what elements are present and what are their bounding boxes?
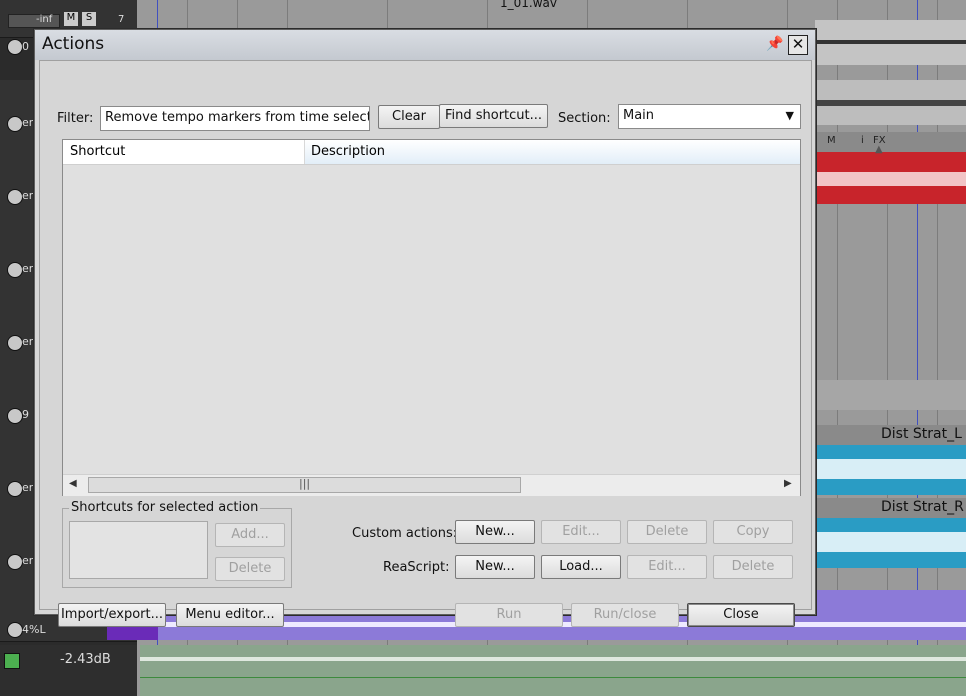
horizontal-scrollbar[interactable]: ◀ ||| ▶ — [63, 474, 800, 496]
pan-knob[interactable] — [7, 408, 23, 424]
column-header-description[interactable]: Description ▲ — [305, 140, 883, 164]
actions-dialog: Actions 📌 ✕ Filter: Remove tempo markers… — [34, 29, 883, 627]
track-number: 7 — [118, 14, 125, 25]
pan-knob[interactable] — [7, 39, 23, 55]
media-item-red[interactable] — [815, 152, 966, 204]
pan-label: 4%L — [22, 623, 46, 636]
custom-actions-label: Custom actions: — [352, 526, 458, 541]
media-item-grey[interactable] — [815, 380, 966, 410]
dialog-titlebar[interactable]: Actions 📌 ✕ — [35, 30, 815, 60]
chevron-down-icon: ▼ — [785, 109, 794, 122]
shortcuts-group: Shortcuts for selected action Add... Del… — [62, 500, 292, 588]
custom-new-button[interactable]: New... — [455, 520, 535, 544]
master-track: -2.43dB — [0, 645, 137, 696]
pan-knob[interactable] — [7, 189, 23, 205]
shortcut-list[interactable] — [69, 521, 208, 579]
find-shortcut-button[interactable]: Find shortcut... — [439, 104, 548, 128]
mute-button[interactable]: M — [64, 12, 78, 26]
pan-knob[interactable] — [7, 262, 23, 278]
track-header: Dist Strat_L — [815, 425, 966, 445]
list-header: Shortcut Description ▲ — [63, 140, 883, 165]
reascript-load-button[interactable]: Load... — [541, 555, 621, 579]
knob-label: 0 — [22, 40, 29, 53]
section-dropdown[interactable]: Main ▼ — [618, 104, 801, 129]
filter-label: Filter: — [57, 111, 94, 126]
clear-button[interactable]: Clear — [378, 105, 440, 129]
mute-button[interactable]: M — [827, 135, 836, 146]
master-volume: -2.43dB — [60, 652, 111, 667]
custom-edit-button[interactable]: Edit... — [541, 520, 621, 544]
knob-label: 9 — [22, 408, 29, 421]
column-header-label: Description — [311, 144, 386, 159]
info-button[interactable]: i — [861, 135, 864, 146]
pin-icon[interactable]: 📌 — [766, 36, 783, 52]
import-export-button[interactable]: Import/export... — [58, 603, 166, 627]
pan-knob[interactable] — [7, 554, 23, 570]
pan-knob[interactable] — [7, 481, 23, 497]
track-name: Dist Strat_L — [881, 426, 962, 442]
menu-editor-button[interactable]: Menu editor... — [176, 603, 284, 627]
run-button[interactable]: Run — [455, 603, 563, 627]
media-item-header: 1_01.wav — [400, 0, 700, 10]
custom-delete-button[interactable]: Delete — [627, 520, 707, 544]
track-header: M i FX — [815, 132, 966, 152]
scroll-left-icon[interactable]: ◀ — [69, 478, 77, 489]
solo-button[interactable]: S — [82, 12, 96, 26]
reascript-new-button[interactable]: New... — [455, 555, 535, 579]
run-close-button[interactable]: Run/close — [571, 603, 679, 627]
track-header: Dist Strat_R — [815, 498, 966, 518]
section-value: Main — [623, 108, 655, 123]
track-name: Dist Strat_R — [881, 499, 964, 515]
custom-copy-button[interactable]: Copy — [713, 520, 793, 544]
reascript-label: ReaScript: — [383, 560, 450, 575]
filter-input[interactable]: Remove tempo markers from time selection… — [100, 106, 370, 131]
close-icon[interactable]: ✕ — [788, 35, 808, 55]
media-item-teal[interactable] — [815, 445, 966, 495]
media-item-waveform[interactable] — [815, 80, 966, 125]
track-volume: -inf — [36, 14, 53, 25]
column-header-shortcut[interactable]: Shortcut — [63, 140, 305, 164]
add-shortcut-button[interactable]: Add... — [215, 523, 285, 547]
dialog-title: Actions — [42, 34, 105, 54]
actions-list[interactable]: Shortcut Description ▲ ◀ ||| ▶ — [62, 139, 883, 496]
section-label: Section: — [558, 111, 611, 126]
sort-asc-icon: ▲ — [875, 144, 883, 155]
pan-knob[interactable] — [7, 335, 23, 351]
media-item-teal[interactable] — [815, 518, 966, 568]
group-label: Shortcuts for selected action — [69, 500, 261, 515]
media-item-waveform[interactable] — [815, 20, 966, 65]
reascript-delete-button[interactable]: Delete — [713, 555, 793, 579]
power-icon[interactable] — [4, 653, 20, 669]
reascript-edit-button[interactable]: Edit... — [627, 555, 707, 579]
scroll-thumb[interactable]: ||| — [88, 477, 521, 493]
pan-knob[interactable] — [7, 622, 23, 638]
master-waveform[interactable] — [140, 645, 966, 696]
scroll-right-icon[interactable]: ▶ — [784, 478, 792, 489]
delete-shortcut-button[interactable]: Delete — [215, 557, 285, 581]
close-button[interactable]: Close — [687, 603, 795, 627]
pan-knob[interactable] — [7, 116, 23, 132]
media-item-title: 1_01.wav — [500, 0, 557, 10]
dialog-body: Filter: Remove tempo markers from time s… — [39, 60, 883, 627]
grip-icon: ||| — [299, 477, 311, 490]
